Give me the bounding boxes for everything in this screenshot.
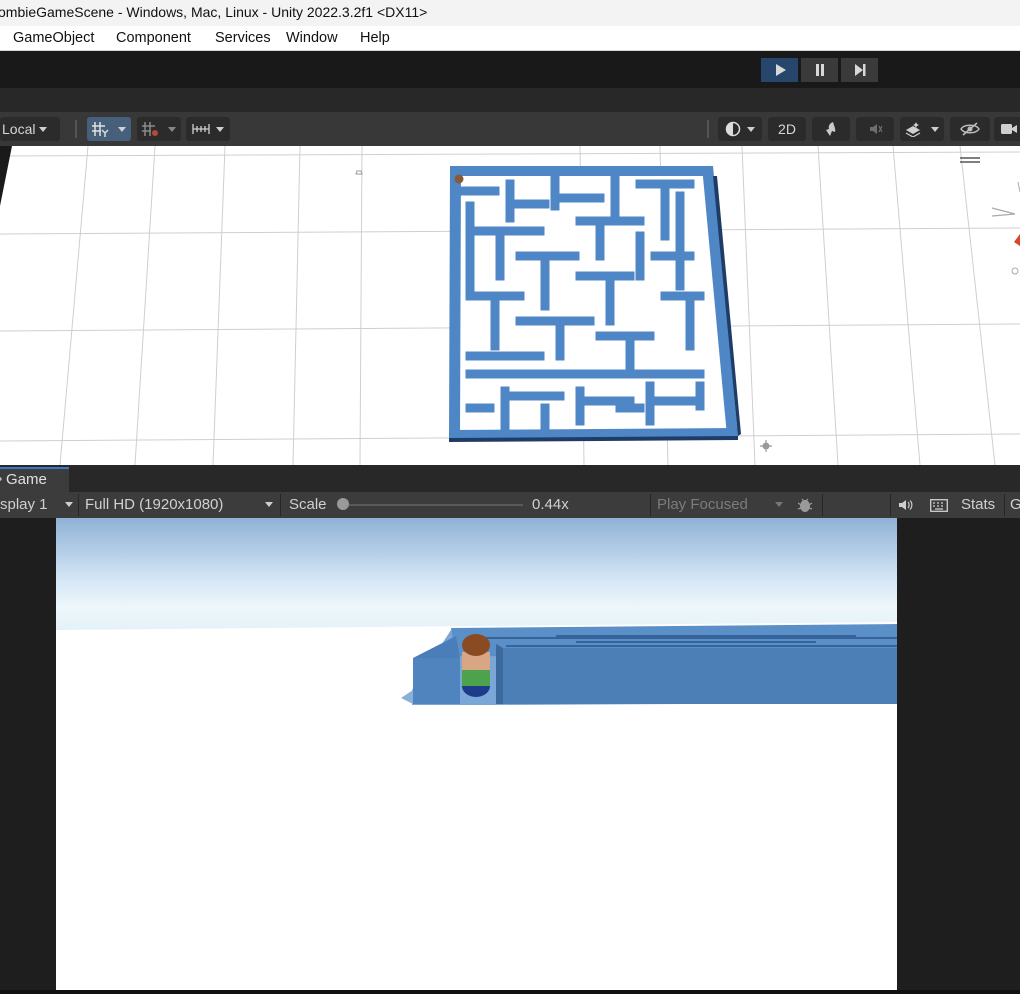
toolbar-separator bbox=[822, 494, 823, 516]
play-icon bbox=[775, 64, 786, 76]
gizmos-button[interactable]: G bbox=[1010, 496, 1020, 513]
audio-toggle-button[interactable] bbox=[856, 117, 894, 141]
lighting-toggle-button[interactable] bbox=[812, 117, 850, 141]
camera-icon bbox=[1001, 124, 1017, 134]
game-tab-strip: • Game bbox=[0, 465, 1020, 492]
play-toolbar bbox=[0, 51, 1020, 88]
chevron-down-icon bbox=[168, 126, 176, 132]
grid-snap-icon bbox=[92, 122, 109, 137]
shortcuts-button[interactable] bbox=[927, 496, 951, 514]
chevron-down-icon[interactable] bbox=[775, 502, 783, 507]
step-button[interactable] bbox=[841, 58, 878, 82]
game-tab-label: Game bbox=[6, 471, 47, 488]
pivot-rotation-dropdown[interactable]: Local bbox=[0, 117, 60, 141]
menu-item-gameobject[interactable]: GameObject bbox=[13, 30, 94, 46]
camera-gizmo-icon[interactable] bbox=[355, 170, 363, 175]
chevron-down-icon bbox=[747, 126, 755, 132]
pause-icon bbox=[815, 64, 824, 76]
window-title: ombieGameScene - Windows, Mac, Linux - U… bbox=[0, 4, 428, 20]
speaker-icon bbox=[899, 500, 913, 510]
mute-audio-button[interactable] bbox=[895, 496, 917, 514]
shading-mode-icon bbox=[725, 121, 741, 137]
chevron-down-icon bbox=[216, 126, 224, 132]
menu-item-component[interactable]: Component bbox=[116, 30, 191, 46]
toolbar-separator bbox=[650, 494, 651, 516]
bottom-border bbox=[0, 990, 1020, 994]
2d-toggle-label: 2D bbox=[778, 121, 796, 137]
scene-camera-button[interactable] bbox=[994, 117, 1020, 141]
light-gizmo-icon[interactable] bbox=[760, 440, 772, 452]
toolbar-separator bbox=[707, 120, 709, 138]
increment-snap-button[interactable] bbox=[137, 117, 163, 141]
menu-bar: GameObject Component Services Window Hel… bbox=[0, 26, 1020, 51]
audio-icon bbox=[870, 124, 883, 134]
game-render-canvas bbox=[56, 518, 897, 990]
toolbar-separator bbox=[78, 494, 79, 516]
scale-slider-handle[interactable] bbox=[337, 498, 349, 510]
increment-snap-icon bbox=[142, 122, 158, 136]
window-title-bar: ombieGameScene - Windows, Mac, Linux - U… bbox=[0, 0, 1020, 26]
keyboard-icon bbox=[930, 498, 948, 512]
chevron-down-icon bbox=[931, 126, 939, 132]
ruler-icon bbox=[192, 124, 210, 134]
step-icon bbox=[854, 64, 865, 76]
scene-view[interactable] bbox=[0, 146, 1020, 465]
scene-visibility-button[interactable] bbox=[950, 117, 990, 141]
game-tab-icon: • bbox=[0, 469, 2, 491]
lighting-icon bbox=[826, 122, 836, 136]
grid-snap-button[interactable] bbox=[87, 117, 113, 141]
scale-value: 0.44x bbox=[532, 496, 569, 513]
scale-label: Scale bbox=[289, 496, 327, 513]
chevron-down-icon bbox=[39, 126, 48, 132]
effects-toggle-button[interactable] bbox=[900, 117, 926, 141]
chevron-down-icon[interactable] bbox=[265, 502, 273, 507]
chevron-down-icon bbox=[118, 126, 126, 132]
increment-snap-dropdown[interactable] bbox=[163, 117, 181, 141]
scene-tab-strip bbox=[0, 88, 1020, 112]
player-character[interactable] bbox=[462, 634, 490, 697]
pivot-rotation-label: Local bbox=[2, 121, 36, 137]
debug-toggle-button[interactable] bbox=[792, 495, 818, 515]
tab-game[interactable]: • Game bbox=[0, 467, 69, 492]
maze-object[interactable] bbox=[449, 166, 741, 442]
pause-button[interactable] bbox=[801, 58, 838, 82]
game-toolbar: splay 1 Full HD (1920x1080) Scale 0.44x … bbox=[0, 492, 1020, 518]
stats-button[interactable]: Stats bbox=[961, 496, 995, 513]
toolbar-separator bbox=[280, 494, 281, 516]
effects-icon bbox=[905, 122, 921, 137]
chevron-down-icon[interactable] bbox=[65, 502, 73, 507]
display-dropdown[interactable]: splay 1 bbox=[0, 496, 48, 513]
2d-toggle-button[interactable]: 2D bbox=[768, 117, 806, 141]
scene-gizmo[interactable] bbox=[960, 157, 1020, 275]
scale-slider-track[interactable] bbox=[343, 504, 523, 506]
scene-toolbar: Local 2D bbox=[0, 112, 1020, 146]
ruler-dropdown[interactable] bbox=[186, 117, 230, 141]
play-mode-dropdown[interactable]: Play Focused bbox=[657, 496, 748, 513]
resolution-dropdown[interactable]: Full HD (1920x1080) bbox=[85, 496, 223, 513]
menu-item-services[interactable]: Services bbox=[215, 30, 271, 46]
toolbar-separator bbox=[890, 494, 891, 516]
menu-item-window[interactable]: Window bbox=[286, 30, 338, 46]
play-button[interactable] bbox=[761, 58, 798, 82]
bug-icon bbox=[797, 498, 813, 512]
shading-mode-dropdown[interactable] bbox=[718, 117, 762, 141]
toolbar-separator bbox=[1004, 494, 1005, 516]
menu-item-help[interactable]: Help bbox=[360, 30, 390, 46]
scene-viewport-canvas bbox=[0, 146, 1020, 465]
grid-snap-dropdown[interactable] bbox=[113, 117, 131, 141]
effects-dropdown[interactable] bbox=[926, 117, 944, 141]
game-viewport[interactable] bbox=[56, 518, 897, 990]
toolbar-separator bbox=[75, 120, 77, 138]
visibility-icon bbox=[960, 122, 980, 136]
